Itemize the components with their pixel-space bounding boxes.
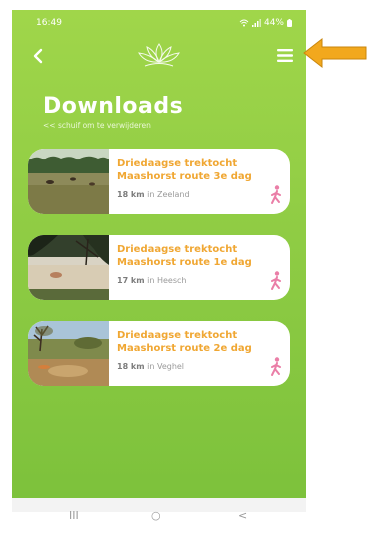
route-thumbnail: [28, 235, 109, 300]
page-title: Downloads: [43, 94, 184, 119]
route-meta: 18 km in Zeeland: [117, 190, 190, 199]
route-meta: 17 km in Heesch: [117, 276, 186, 285]
recents-button[interactable]: III: [69, 509, 79, 522]
home-button[interactable]: ○: [151, 509, 161, 522]
status-icons: 44%: [239, 18, 292, 28]
route-title: Driedaagse trektocht Maashorst route 2e …: [117, 330, 252, 354]
menu-button[interactable]: [274, 44, 296, 66]
hamburger-menu-icon: [277, 48, 293, 62]
route-meta: 18 km in Veghel: [117, 362, 184, 371]
status-bar: 16:49 44%: [12, 10, 306, 32]
route-thumbnail: [28, 321, 109, 386]
system-back-button[interactable]: <: [238, 509, 247, 522]
route-location: in Heesch: [147, 276, 187, 285]
route-title: Driedaagse trektocht Maashorst route 1e …: [117, 244, 252, 268]
route-thumbnail: [28, 149, 109, 214]
walking-person-icon: [271, 185, 281, 204]
battery-icon: [287, 19, 292, 27]
walking-person-icon: [271, 271, 281, 290]
route-location: in Veghel: [147, 362, 185, 371]
route-distance: 18 km: [117, 362, 145, 371]
route-distance: 17 km: [117, 276, 145, 285]
route-title: Driedaagse trektocht Maashorst route 3e …: [117, 158, 252, 182]
app-screen: 16:49 44% Downloads << schuif om te verw…: [12, 10, 306, 512]
chevron-left-icon: [33, 48, 43, 64]
back-button[interactable]: [26, 44, 50, 68]
download-card[interactable]: Driedaagse trektocht Maashorst route 2e …: [28, 321, 290, 386]
lotus-logo-icon: [138, 43, 180, 67]
signal-icon: [251, 19, 261, 27]
battery-level: 44%: [263, 18, 284, 28]
swipe-hint: << schuif om te verwijderen: [43, 121, 151, 130]
download-card[interactable]: Driedaagse trektocht Maashorst route 1e …: [28, 235, 290, 300]
route-distance: 18 km: [117, 190, 145, 199]
wifi-icon: [239, 19, 249, 27]
status-time: 16:49: [36, 18, 62, 28]
annotation-arrow-icon: [303, 37, 367, 69]
download-card[interactable]: Driedaagse trektocht Maashorst route 3e …: [28, 149, 290, 214]
route-location: in Zeeland: [147, 190, 190, 199]
walking-person-icon: [271, 357, 281, 376]
